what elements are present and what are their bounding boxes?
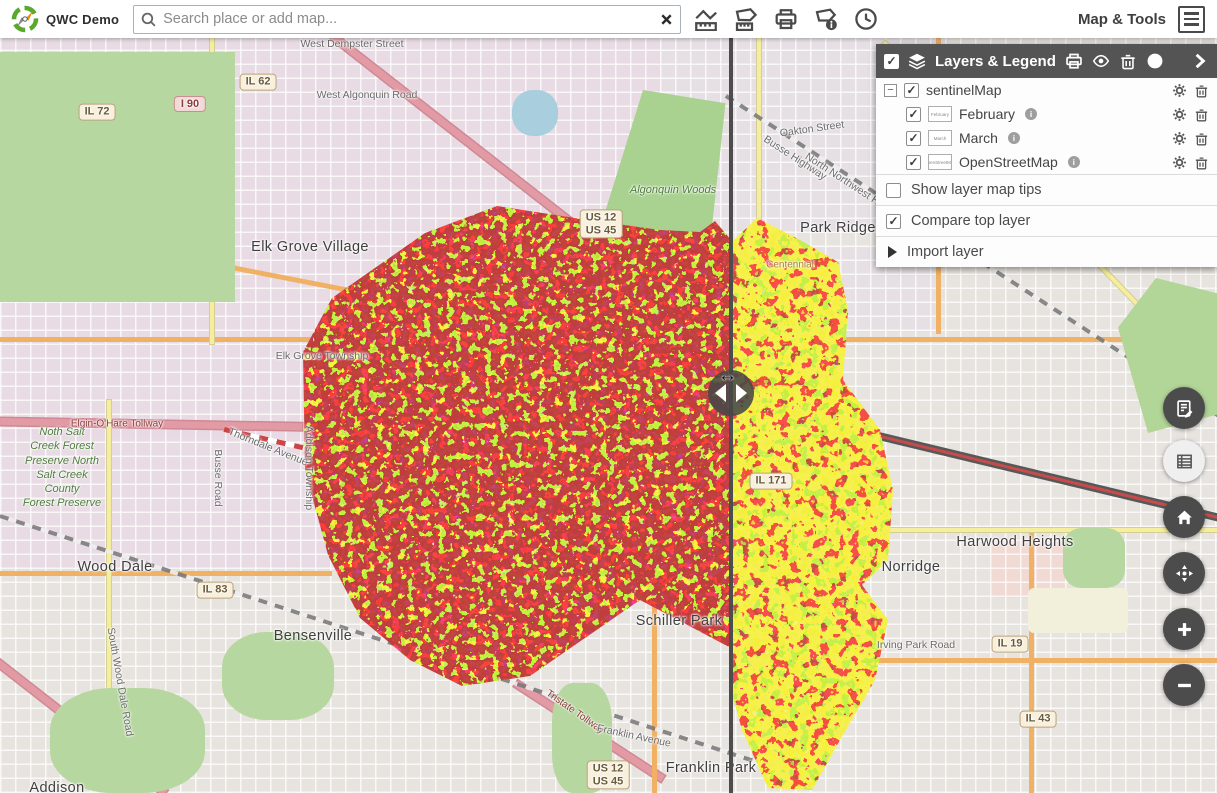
home-icon bbox=[1175, 508, 1194, 527]
home-button[interactable] bbox=[1163, 496, 1205, 538]
zoom-out-button[interactable] bbox=[1163, 664, 1205, 706]
layer-settings-icon[interactable] bbox=[1172, 155, 1187, 170]
layer-delete-icon[interactable] bbox=[1194, 107, 1209, 122]
toolbar bbox=[693, 6, 879, 32]
layer-label: OpenStreetMap bbox=[959, 154, 1058, 170]
layer-info-icon[interactable]: i bbox=[1068, 156, 1080, 168]
search-bar bbox=[133, 5, 681, 34]
print-icon bbox=[774, 7, 798, 31]
note-edit-icon bbox=[1175, 399, 1194, 418]
minus-icon bbox=[1175, 676, 1194, 695]
qwc-logo-icon bbox=[10, 4, 40, 34]
layer-settings-icon[interactable] bbox=[1172, 83, 1187, 98]
info-icon[interactable] bbox=[1146, 52, 1164, 70]
layer-label: sentinelMap bbox=[926, 82, 1002, 98]
collapse-panel-icon[interactable] bbox=[1191, 52, 1209, 70]
map-tools-label: Map & Tools bbox=[1078, 11, 1166, 28]
search-icon bbox=[140, 11, 157, 28]
attribute-table-button[interactable] bbox=[1163, 440, 1205, 482]
measure-area-icon bbox=[734, 7, 758, 31]
feature-info-button[interactable] bbox=[813, 6, 839, 32]
layer-thumbnail: March bbox=[928, 130, 952, 146]
layer-row-february[interactable]: February February i bbox=[876, 102, 1217, 126]
compare-slider-handle[interactable] bbox=[708, 370, 754, 416]
layer-label: March bbox=[959, 130, 998, 146]
table-icon bbox=[1175, 452, 1194, 471]
app-title: QWC Demo bbox=[46, 12, 119, 27]
feature-info-icon bbox=[814, 7, 838, 31]
search-input[interactable] bbox=[163, 11, 659, 27]
sentinelmap-checkbox[interactable] bbox=[904, 83, 919, 98]
option-show-map-tips[interactable]: Show layer map tips bbox=[876, 174, 1217, 205]
import-layer-expander[interactable]: Import layer bbox=[876, 236, 1217, 267]
february-checkbox[interactable] bbox=[906, 107, 921, 122]
app-logo[interactable]: QWC Demo bbox=[0, 4, 133, 34]
menu-button[interactable] bbox=[1178, 6, 1205, 33]
march-raster bbox=[731, 218, 893, 790]
layer-delete-icon[interactable] bbox=[1194, 83, 1209, 98]
remove-all-icon[interactable] bbox=[1119, 52, 1137, 70]
panel-master-checkbox[interactable] bbox=[884, 54, 899, 69]
locate-icon bbox=[1175, 564, 1194, 583]
measure-area-button[interactable] bbox=[733, 6, 759, 32]
print-button[interactable] bbox=[773, 6, 799, 32]
print-legend-icon[interactable] bbox=[1065, 52, 1083, 70]
openstreetmap-checkbox[interactable] bbox=[906, 155, 921, 170]
layer-delete-icon[interactable] bbox=[1194, 155, 1209, 170]
plus-icon bbox=[1175, 620, 1194, 639]
layers-panel-header: Layers & Legend bbox=[876, 44, 1217, 78]
slider-left-arrow-icon bbox=[715, 384, 726, 402]
layer-settings-icon[interactable] bbox=[1172, 131, 1187, 146]
layers-icon bbox=[908, 52, 926, 70]
qwc-app: { "app": { "logo_text": "QWC Demo", "men… bbox=[0, 0, 1217, 793]
option-compare-top-layer[interactable]: Compare top layer bbox=[876, 205, 1217, 236]
option-label: Compare top layer bbox=[911, 213, 1030, 229]
annotations-button[interactable] bbox=[1163, 387, 1205, 429]
zoom-in-button[interactable] bbox=[1163, 608, 1205, 650]
layer-info-icon[interactable]: i bbox=[1008, 132, 1020, 144]
map-tips-checkbox[interactable] bbox=[886, 183, 901, 198]
import-layer-label: Import layer bbox=[907, 244, 984, 260]
slider-right-arrow-icon bbox=[736, 384, 747, 402]
collapse-group-icon[interactable]: − bbox=[884, 84, 897, 97]
layer-settings-icon[interactable] bbox=[1172, 107, 1187, 122]
time-button[interactable] bbox=[853, 6, 879, 32]
search-clear-icon[interactable] bbox=[659, 12, 674, 27]
layer-row-sentinelmap[interactable]: − sentinelMap bbox=[876, 78, 1217, 102]
march-checkbox[interactable] bbox=[906, 131, 921, 146]
layer-row-openstreetmap[interactable]: OpenStreetMap OpenStreetMap i bbox=[876, 150, 1217, 174]
clock-icon bbox=[854, 7, 878, 31]
expand-arrow-icon bbox=[888, 246, 897, 258]
february-raster bbox=[303, 206, 731, 686]
layer-row-march[interactable]: March March i bbox=[876, 126, 1217, 150]
panel-title: Layers & Legend bbox=[935, 53, 1056, 70]
layers-panel: Layers & Legend − sentinelMap February F… bbox=[876, 44, 1217, 267]
option-label: Show layer map tips bbox=[911, 182, 1042, 198]
locate-button[interactable] bbox=[1163, 552, 1205, 594]
layer-thumbnail: OpenStreetMap bbox=[928, 154, 952, 170]
compare-layer-checkbox[interactable] bbox=[886, 214, 901, 229]
layer-thumbnail: February bbox=[928, 106, 952, 122]
layer-delete-icon[interactable] bbox=[1194, 131, 1209, 146]
layer-info-icon[interactable]: i bbox=[1025, 108, 1037, 120]
layer-label: February bbox=[959, 106, 1015, 122]
measure-line-button[interactable] bbox=[693, 6, 719, 32]
top-bar: QWC Demo Map & Tools bbox=[0, 0, 1217, 38]
measure-line-icon bbox=[694, 7, 718, 31]
visibility-icon[interactable] bbox=[1092, 52, 1110, 70]
